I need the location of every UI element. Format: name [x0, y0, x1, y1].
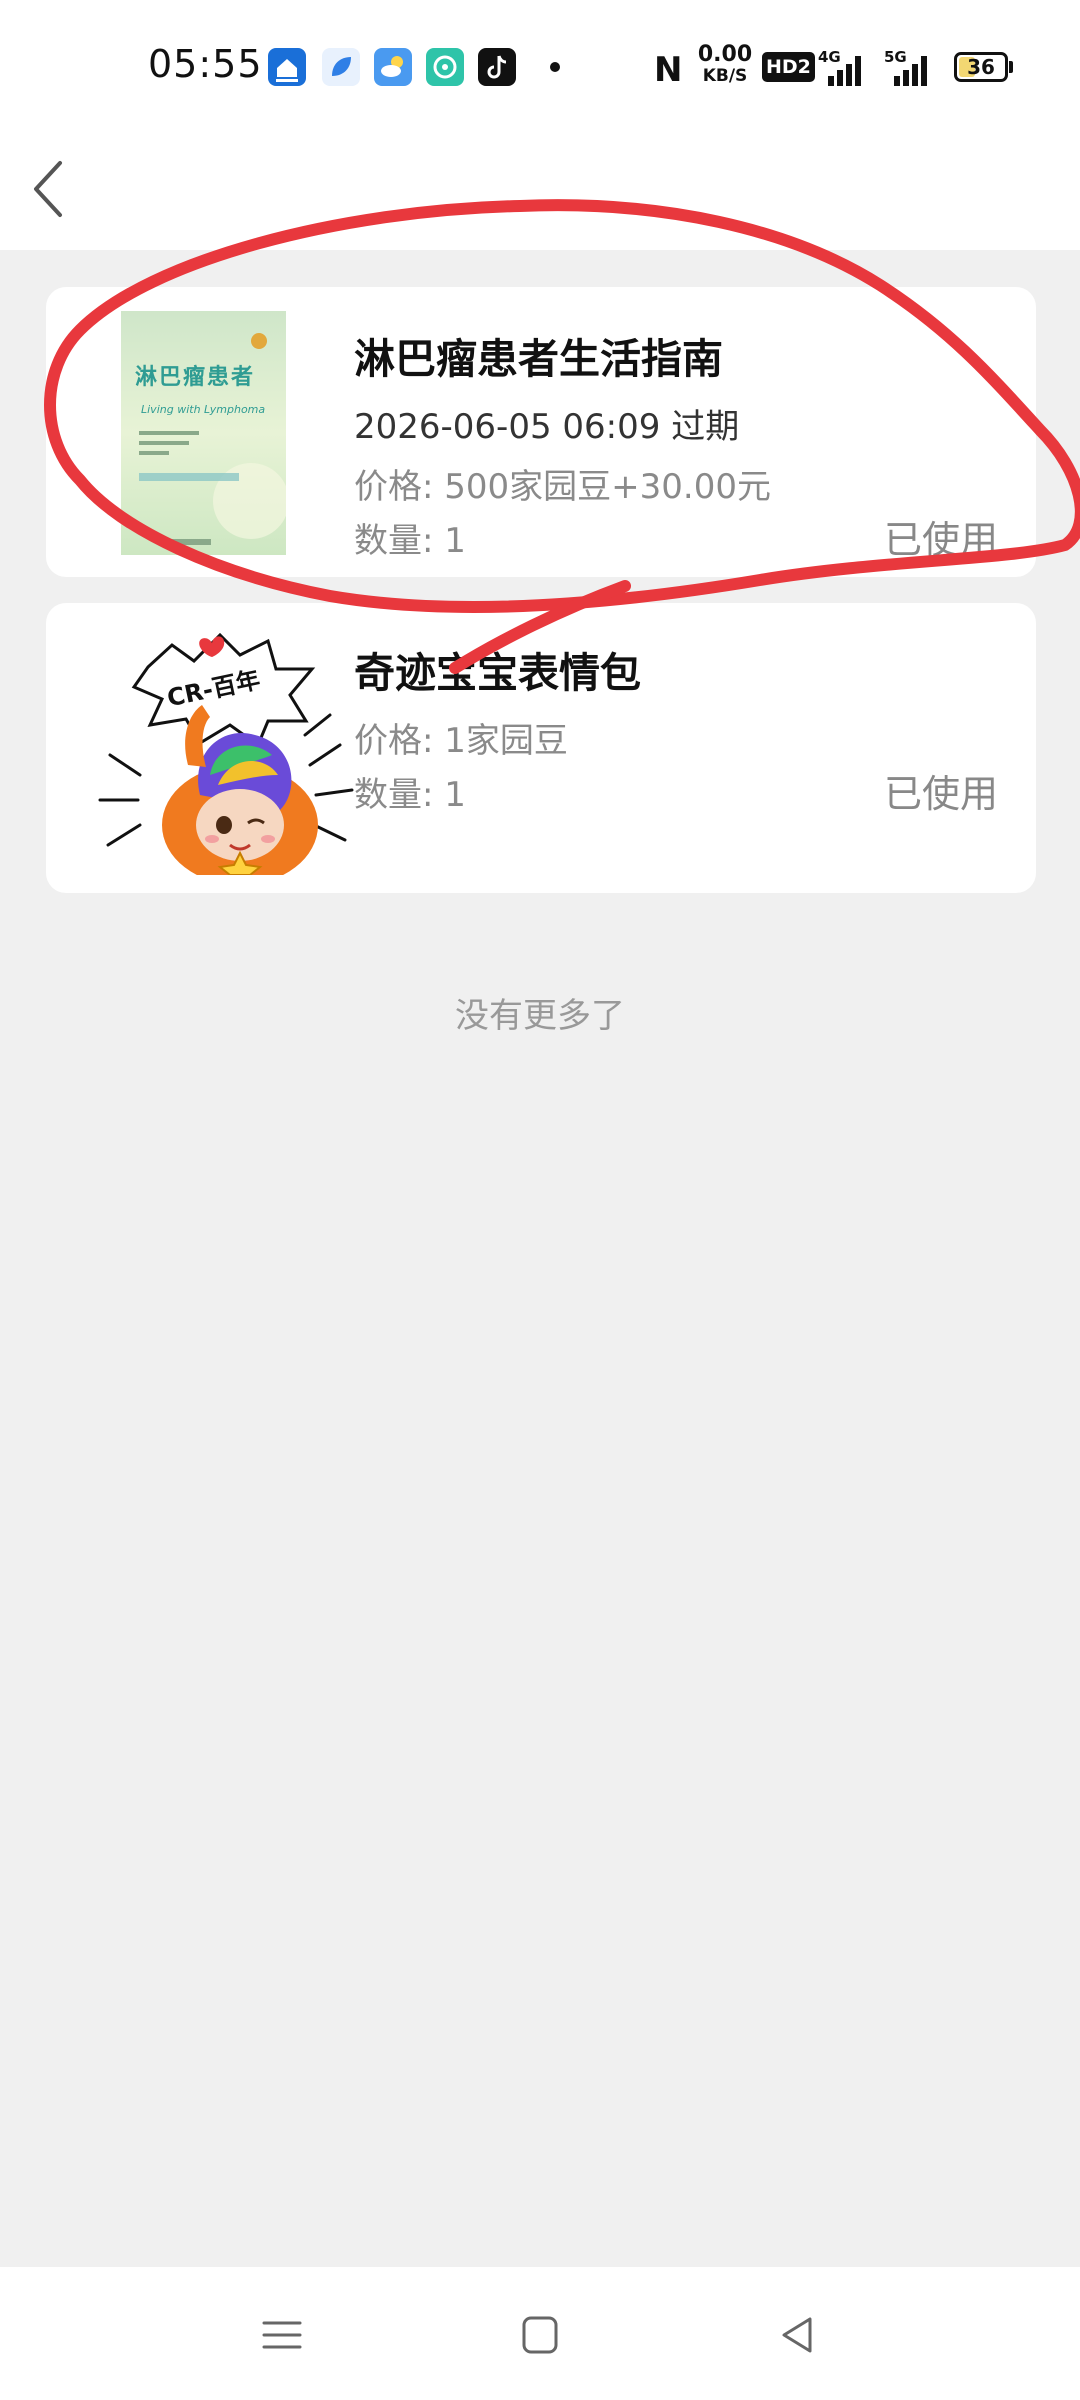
system-back-button[interactable]: [768, 2305, 828, 2365]
quantity-row: 数量: 1: [354, 513, 466, 562]
home-button[interactable]: [510, 2305, 570, 2365]
blue-leaf-icon: [322, 48, 360, 86]
quantity-label: 数量:: [354, 521, 434, 561]
battery-level: 36: [967, 55, 995, 79]
order-card[interactable]: CR-百年 奇迹宝宝表情包 价格: 1家园豆 数量: 1 已使用: [46, 603, 1036, 893]
blue-house-icon: [268, 48, 306, 86]
cover-title: 淋巴瘤患者: [135, 365, 256, 390]
cover-subtitle: Living with Lymphoma: [141, 403, 266, 416]
chevron-left-icon: [34, 161, 62, 217]
signal-4g-icon: 4G: [818, 48, 868, 86]
sticker-image: CR-百年: [90, 625, 370, 885]
signal-5g-icon: 5G: [884, 48, 934, 86]
item-title: 奇迹宝宝表情包: [354, 649, 641, 697]
home-square-icon: [522, 2316, 558, 2354]
nfc-icon: N: [654, 50, 683, 90]
status-time: 05:55: [148, 42, 263, 86]
network-speed: 0.00 KB/S: [696, 44, 754, 85]
hd-badge: HD2: [762, 52, 815, 82]
page: 05:55 N 0.00 KB/S HD2 4G 5G 36 淋巴瘤患者 Liv…: [0, 0, 1080, 2400]
status-label: 已使用: [883, 772, 998, 816]
price-label: 价格:: [354, 721, 434, 761]
expire-time: 2026-06-05 06:09 过期: [354, 407, 740, 447]
teal-chat-icon: [426, 48, 464, 86]
price-value: 1家园豆: [444, 721, 568, 761]
weather-icon: [374, 48, 412, 86]
battery-tip: [1009, 61, 1013, 73]
quantity-value: 1: [444, 521, 466, 561]
quantity-row: 数量: 1: [354, 767, 466, 816]
price-label: 价格:: [354, 467, 434, 507]
speed-value: 0.00: [697, 42, 753, 67]
tiktok-icon: [478, 48, 516, 86]
battery-icon: 36: [954, 52, 1008, 82]
quantity-label: 数量:: [354, 775, 434, 815]
no-more-text: 没有更多了: [455, 996, 625, 1036]
back-triangle-icon: [782, 2317, 812, 2353]
price-row: 价格: 1家园豆: [354, 713, 568, 762]
signal-4g-label: 4G: [818, 48, 841, 66]
back-button[interactable]: [22, 145, 92, 235]
speed-unit: KB/S: [702, 66, 748, 86]
notification-dot-icon: [550, 62, 560, 72]
price-row: 价格: 500家园豆+30.00元: [354, 459, 771, 508]
status-bar: 05:55 N 0.00 KB/S HD2 4G 5G 36: [0, 0, 1080, 135]
menu-button[interactable]: [252, 2305, 312, 2365]
signal-5g-label: 5G: [884, 48, 907, 66]
order-card[interactable]: 淋巴瘤患者 Living with Lymphoma 淋巴瘤患者生活指南 202…: [46, 287, 1036, 577]
quantity-value: 1: [444, 775, 466, 815]
book-cover-image: 淋巴瘤患者 Living with Lymphoma: [121, 311, 286, 555]
menu-icon: [262, 2321, 302, 2349]
item-title: 淋巴瘤患者生活指南: [354, 335, 723, 383]
system-nav-bar: [0, 2267, 1080, 2400]
price-value: 500家园豆+30.00元: [444, 467, 771, 507]
header: [0, 135, 1080, 250]
status-label: 已使用: [883, 518, 998, 562]
